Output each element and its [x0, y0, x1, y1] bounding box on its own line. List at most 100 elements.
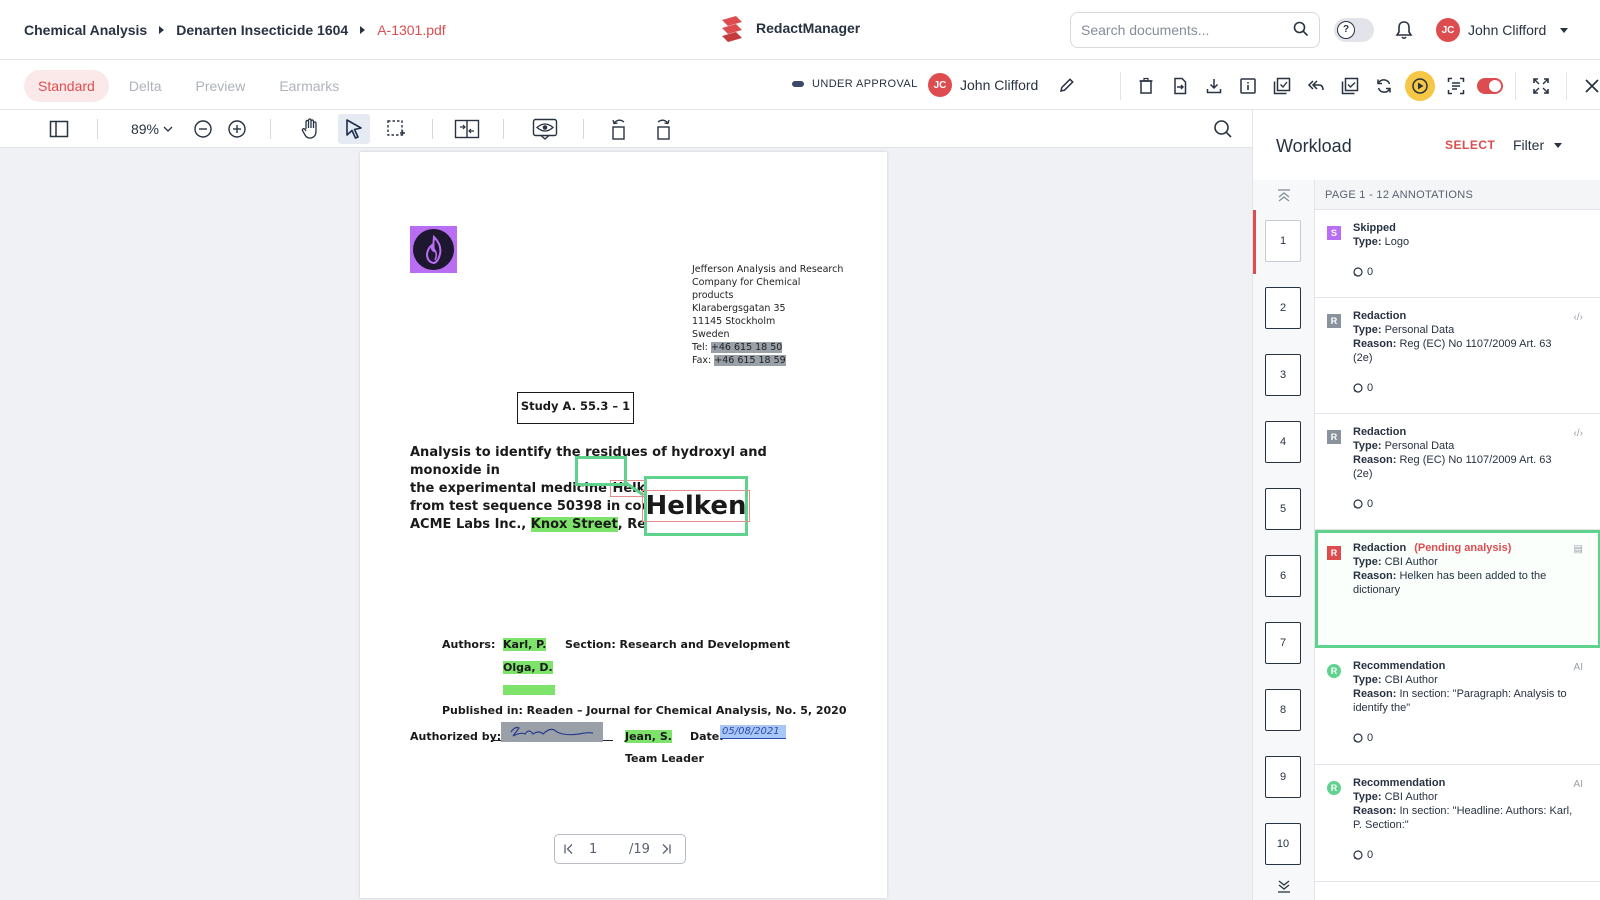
zoom-select[interactable]: 89% [128, 114, 176, 144]
toggle-preview-button[interactable] [530, 114, 560, 144]
help-mode-toggle[interactable]: ? [1334, 18, 1374, 42]
delete-button[interactable] [1133, 72, 1159, 100]
comments-count[interactable]: 0 [1353, 498, 1373, 510]
annotation-title: Redaction [1353, 426, 1407, 438]
document-icon[interactable]: ▤ [1574, 544, 1583, 555]
search-input[interactable] [1081, 22, 1281, 38]
import-button[interactable] [1167, 72, 1193, 100]
last-page-icon[interactable] [660, 843, 672, 855]
fullscreen-button[interactable] [1528, 72, 1554, 100]
breadcrumb-item-dossier[interactable]: Denarten Insecticide 1604 [176, 22, 348, 38]
zoom-out-icon [194, 120, 212, 138]
code-icon[interactable]: ‹/› [1574, 312, 1583, 323]
filter-dropdown[interactable]: Filter [1513, 137, 1563, 153]
page-thumbnail[interactable]: 1 [1265, 220, 1301, 262]
annotation-card-selected[interactable]: R Redaction (Pending analysis) ▤ Type: CB… [1315, 530, 1600, 648]
author-annotation[interactable]: Olga, D. [503, 661, 553, 674]
annotation-card[interactable]: R Redaction ‹/› Type: Personal Data Reas… [1315, 414, 1600, 530]
study-id-box: Study A. 55.3 – 1 [517, 392, 634, 424]
user-menu[interactable]: JC John Clifford [1436, 18, 1569, 42]
search-document-button[interactable] [1210, 114, 1236, 144]
compare-button[interactable] [452, 114, 482, 144]
tab-preview[interactable]: Preview [182, 70, 260, 102]
notifications-bell-icon[interactable] [1395, 20, 1413, 40]
annotation-reason: Reason: In section: "Headline: Authors: … [1353, 805, 1573, 831]
breadcrumb-item-folder[interactable]: Chemical Analysis [24, 22, 147, 38]
annotation-type: Type: Personal Data [1353, 440, 1455, 452]
exclude-pages-button[interactable] [1269, 72, 1295, 100]
start-analysis-button[interactable] [1405, 71, 1435, 101]
close-file-button[interactable] [1579, 72, 1600, 100]
date-annotation[interactable]: 05/08/2021 [720, 725, 786, 739]
page-number-input[interactable]: 1 [589, 842, 629, 857]
rotate-left-button[interactable] [606, 114, 632, 144]
zoom-out-button[interactable] [190, 114, 216, 144]
rotate-right-button[interactable] [650, 114, 676, 144]
page-thumbnail[interactable]: 8 [1265, 689, 1301, 731]
edit-pencil-icon[interactable] [1058, 76, 1076, 94]
annotation-card[interactable]: R Recommendation AI Type: CBI Author Rea… [1315, 765, 1600, 882]
assignee[interactable]: JC John Clifford [928, 73, 1076, 97]
page-thumbnail[interactable]: 10 [1265, 823, 1301, 865]
reanalyse-button[interactable] [1371, 72, 1397, 100]
zoom-in-button[interactable] [224, 114, 250, 144]
author-annotation[interactable]: Karl, P. [503, 638, 547, 651]
highlights-toggle[interactable] [1477, 72, 1503, 100]
document-info-button[interactable] [1235, 72, 1261, 100]
annotation-card[interactable]: R Recommendation AI Type: CBI Author Rea… [1315, 648, 1600, 765]
ai-badge: AI [1573, 662, 1583, 673]
scroll-to-top-icon[interactable] [1276, 188, 1292, 204]
comments-count[interactable]: 0 [1353, 382, 1373, 394]
document-page[interactable]: Jefferson Analysis and Research Company … [360, 152, 887, 898]
page-thumbnail[interactable]: 6 [1265, 555, 1301, 597]
workload-header: Workload SELECT Filter [1253, 110, 1600, 180]
select-tool-button[interactable] [338, 114, 370, 144]
page-thumbnail[interactable]: 5 [1265, 488, 1301, 530]
redaction-highlight[interactable] [503, 685, 555, 695]
brand[interactable]: RedactManager [718, 14, 860, 42]
redacted-phone[interactable]: +46 615 18 50 [710, 342, 783, 353]
undo-button[interactable] [1303, 72, 1329, 100]
document-canvas[interactable]: Jefferson Analysis and Research Company … [0, 148, 1252, 900]
page-thumbnail[interactable]: 7 [1265, 622, 1301, 664]
signature-image[interactable] [501, 722, 603, 742]
knox-street-annotation[interactable]: Knox Street [530, 517, 618, 532]
tab-earmarks[interactable]: Earmarks [265, 70, 353, 102]
first-page-icon[interactable] [563, 843, 575, 855]
tab-delta[interactable]: Delta [115, 70, 176, 102]
ocr-button[interactable] [1443, 72, 1469, 100]
divider [503, 119, 504, 139]
scroll-to-bottom-icon[interactable] [1276, 878, 1292, 894]
help-icon: ? [1337, 21, 1355, 39]
search-icon[interactable] [1293, 21, 1309, 37]
tab-standard[interactable]: Standard [24, 70, 109, 102]
address-line: Company for Chemical [692, 277, 801, 288]
code-icon[interactable]: ‹/› [1574, 428, 1583, 439]
page-thumbnail[interactable]: 2 [1265, 287, 1301, 329]
page-thumbnail[interactable]: 3 [1265, 354, 1301, 396]
comment-icon [1353, 383, 1363, 393]
workflow-status: UNDER APPROVAL [792, 78, 918, 90]
page-thumbnail[interactable]: 4 [1265, 421, 1301, 463]
toggle-sidebar-button[interactable] [44, 114, 74, 144]
download-button[interactable] [1201, 72, 1227, 100]
reply-all-icon [1307, 80, 1324, 91]
select-button[interactable]: SELECT [1445, 138, 1495, 152]
page-thumbnail[interactable]: 9 [1265, 756, 1301, 798]
zoom-in-icon [228, 120, 246, 138]
address-line: products [692, 290, 734, 301]
annotation-card[interactable]: R Redaction ‹/› Type: Personal Data Reas… [1315, 298, 1600, 414]
pan-tool-button[interactable] [296, 114, 324, 144]
comments-count[interactable]: 0 [1353, 266, 1373, 278]
search-box[interactable] [1070, 12, 1320, 48]
redacted-fax[interactable]: +46 615 18 59 [714, 355, 786, 366]
area-select-button[interactable] [382, 114, 410, 144]
breadcrumb-current-file[interactable]: A-1301.pdf [377, 22, 446, 38]
company-logo[interactable] [410, 226, 457, 273]
approve-button[interactable] [1337, 72, 1363, 100]
annotation-type-badge: R [1327, 314, 1341, 328]
annotation-card[interactable]: S Skipped Type: Logo 0 [1315, 210, 1600, 298]
comments-count[interactable]: 0 [1353, 732, 1373, 744]
approver-annotation[interactable]: Jean, S. [625, 730, 672, 743]
comments-count[interactable]: 0 [1353, 849, 1373, 861]
